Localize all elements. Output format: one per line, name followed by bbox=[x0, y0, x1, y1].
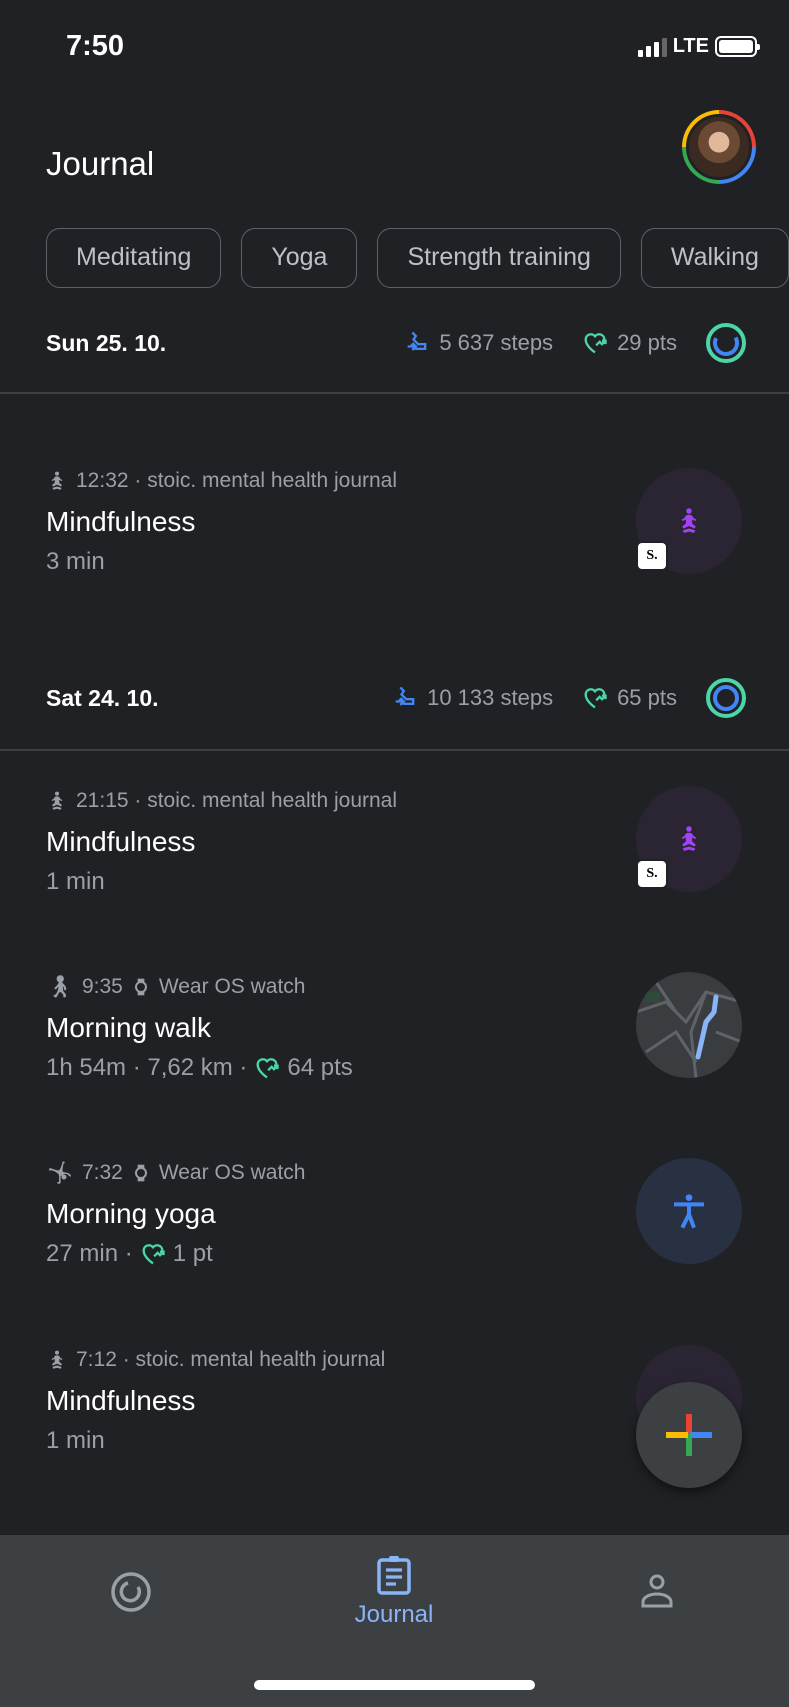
stoic-app-badge: S. bbox=[636, 859, 668, 889]
journal-entry[interactable]: 12:32 · stoic. mental health journal Min… bbox=[46, 468, 646, 576]
entry-subtitle: 1 min bbox=[46, 1427, 105, 1454]
day-points: 29 pts bbox=[617, 330, 677, 355]
journal-icon bbox=[377, 1556, 411, 1595]
steps-icon bbox=[391, 684, 419, 712]
entry-time: 7:12 · stoic. mental health journal bbox=[76, 1348, 386, 1371]
meditation-icon bbox=[674, 824, 704, 854]
meditation-icon bbox=[46, 1349, 68, 1371]
entry-subtitle: 1h 54m · 7,62 km · bbox=[46, 1054, 248, 1081]
day-steps: 10 133 steps bbox=[427, 685, 554, 710]
divider bbox=[0, 392, 789, 394]
entry-title: Morning yoga bbox=[46, 1198, 216, 1229]
yoga-icon bbox=[674, 1194, 704, 1229]
entry-title: Mindfulness bbox=[46, 506, 196, 537]
yoga-thumb[interactable] bbox=[636, 1158, 742, 1264]
entry-source: Wear OS watch bbox=[158, 1161, 306, 1184]
battery-icon bbox=[715, 36, 760, 57]
steps-icon bbox=[403, 329, 431, 357]
entry-time: 12:32 · stoic. mental health journal bbox=[76, 469, 398, 492]
status-indicators: LTE bbox=[637, 35, 760, 58]
day-header: Sun 25. 10. 5 637 steps 29 pts bbox=[0, 323, 789, 363]
signal-icon bbox=[637, 37, 667, 57]
entry-source: Wear OS watch bbox=[158, 975, 306, 998]
day-steps: 5 637 steps bbox=[439, 330, 554, 355]
home-ring-icon bbox=[111, 1572, 151, 1612]
divider bbox=[0, 749, 789, 751]
entry-time: 21:15 · stoic. mental health journal bbox=[76, 789, 398, 812]
watch-icon bbox=[131, 1162, 151, 1184]
route-map-thumb[interactable] bbox=[636, 972, 742, 1078]
chip-yoga[interactable]: Yoga bbox=[241, 228, 358, 288]
nav-journal-label: Journal bbox=[354, 1601, 434, 1628]
day-date: Sun 25. 10. bbox=[46, 329, 167, 356]
entry-subtitle: 3 min bbox=[46, 548, 105, 575]
chip-meditating[interactable]: Meditating bbox=[46, 228, 222, 288]
nav-journal[interactable]: Journal bbox=[294, 1555, 494, 1629]
chip-walking[interactable]: Walking bbox=[640, 228, 789, 288]
watch-icon bbox=[131, 976, 151, 998]
goal-ring-icon bbox=[706, 678, 746, 718]
page-title: Journal bbox=[46, 145, 155, 182]
entry-time: 9:35 bbox=[81, 975, 123, 998]
entry-points: 1 pt bbox=[172, 1240, 213, 1267]
profile-icon bbox=[641, 1574, 673, 1608]
network-type: LTE bbox=[672, 35, 709, 57]
heart-points-icon bbox=[139, 1240, 167, 1268]
entry-time: 7:32 bbox=[81, 1161, 123, 1184]
day-date: Sat 24. 10. bbox=[46, 684, 159, 711]
status-time: 7:50 bbox=[66, 30, 125, 62]
filter-chips: Meditating Yoga Strength training Walkin… bbox=[46, 228, 789, 288]
heart-points-icon bbox=[581, 684, 609, 712]
entry-subtitle: 1 min bbox=[46, 868, 105, 895]
journal-entry[interactable]: 🤸︎ 7:32 Wear OS watch Morning yoga 27 min… bbox=[46, 1160, 646, 1268]
walking-icon: 🚶︎ bbox=[46, 974, 74, 999]
heart-points-icon bbox=[253, 1054, 281, 1082]
stoic-app-badge: S. bbox=[636, 541, 668, 571]
journal-entry[interactable]: 🚶︎ 9:35 Wear OS watch Morning walk 1h 54m… bbox=[46, 974, 646, 1082]
day-points: 65 pts bbox=[617, 685, 677, 710]
day-header: Sat 24. 10. 10 133 steps 65 pts bbox=[0, 678, 789, 718]
avatar[interactable] bbox=[682, 110, 756, 184]
add-activity-button[interactable] bbox=[636, 1382, 742, 1488]
plus-icon bbox=[666, 1414, 712, 1456]
nav-profile[interactable] bbox=[557, 1573, 757, 1609]
yoga-icon: 🤸︎ bbox=[46, 1160, 74, 1185]
goal-ring-icon bbox=[706, 323, 746, 363]
entry-title: Mindfulness bbox=[46, 1385, 196, 1416]
journal-entry[interactable]: 7:12 · stoic. mental health journal Mind… bbox=[46, 1347, 646, 1455]
meditation-icon bbox=[46, 790, 68, 812]
entry-title: Mindfulness bbox=[46, 826, 196, 857]
meditation-icon bbox=[674, 506, 704, 536]
entry-points: 64 pts bbox=[287, 1054, 353, 1081]
meditation-icon bbox=[46, 470, 68, 492]
chip-strength-training[interactable]: Strength training bbox=[377, 228, 621, 288]
home-indicator[interactable] bbox=[254, 1680, 535, 1690]
journal-entry[interactable]: 21:15 · stoic. mental health journal Min… bbox=[46, 788, 646, 896]
nav-home[interactable] bbox=[31, 1571, 231, 1613]
heart-points-icon bbox=[581, 329, 609, 357]
entry-title: Morning walk bbox=[46, 1012, 211, 1043]
entry-subtitle: 27 min · bbox=[46, 1240, 133, 1267]
route-map-icon bbox=[636, 981, 742, 1078]
